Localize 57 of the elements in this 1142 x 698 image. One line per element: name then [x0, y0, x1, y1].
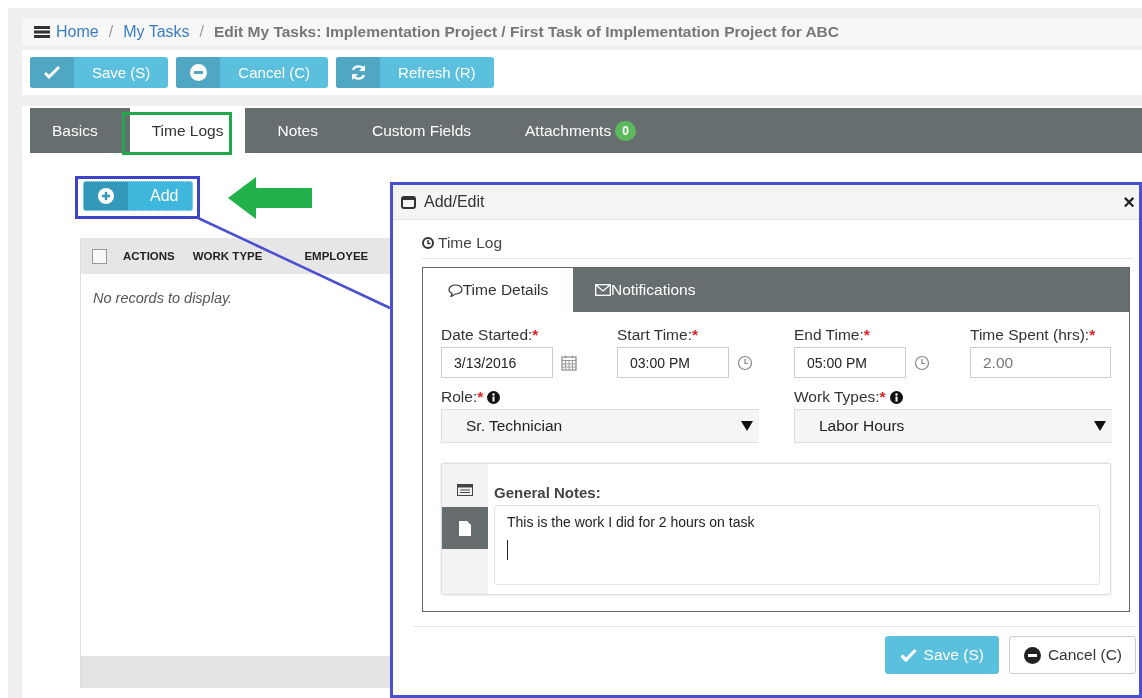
tab[interactable]: Custom Fields [349, 108, 493, 153]
column-header[interactable]: ACTIONS [123, 250, 175, 262]
minus-circle-icon [1023, 646, 1041, 664]
calendar-icon[interactable] [561, 354, 577, 371]
tab[interactable]: Notes [255, 108, 340, 153]
left-arrow-icon [228, 177, 312, 219]
list-icon [457, 484, 473, 496]
text-area[interactable]: This is the work I did for 2 hours on task [494, 505, 1100, 585]
field-label: Role:* [441, 388, 484, 406]
field-label: Start Time:* [617, 326, 698, 343]
breadcrumb-separator: / [199, 22, 204, 41]
field-label: End Time:* [794, 326, 870, 343]
clock-icon[interactable] [737, 354, 753, 371]
field-label: General Notes: [494, 484, 601, 501]
plus-circle-icon [98, 188, 114, 204]
breadcrumb-link[interactable]: My Tasks [123, 22, 190, 41]
section-title: Time Log [438, 234, 503, 252]
check-icon [899, 648, 917, 662]
speech-bubble-icon [447, 283, 463, 297]
breadcrumb-link[interactable]: Home [56, 22, 99, 41]
clock-icon[interactable] [914, 354, 930, 371]
breadcrumb-separator: / [108, 22, 114, 41]
field-label: Work Types:* [794, 388, 886, 406]
checkbox[interactable] [92, 248, 107, 264]
input-field[interactable]: 3/13/2016 [441, 347, 553, 378]
minus-circle-icon [189, 64, 207, 81]
dropdown[interactable]: Labor Hours [794, 409, 1112, 443]
clock-icon [422, 237, 434, 249]
field-label: Time Spent (hrs):* [970, 326, 1096, 343]
input-field[interactable]: 05:00 PM [794, 347, 906, 378]
refresh-icon [349, 64, 367, 81]
window-icon [401, 195, 416, 209]
tab[interactable]: Basics [30, 108, 120, 153]
envelope-icon [595, 284, 611, 296]
input-field[interactable]: 2.00 [970, 347, 1111, 378]
column-header[interactable]: EMPLOYEE [304, 250, 369, 262]
breadcrumb-current: Edit My Tasks: Implementation Project / First Task of Implementation Project for ABC [214, 22, 839, 41]
tab[interactable]: Notifications [573, 268, 718, 312]
dialog-title: Add/Edit [424, 193, 486, 211]
field-label: Date Started:* [441, 326, 539, 343]
document-button[interactable] [442, 507, 488, 549]
server-icon [34, 25, 50, 38]
input-field[interactable]: 03:00 PM [617, 347, 729, 378]
tab[interactable]: Attachments 0 [503, 108, 658, 153]
tab[interactable]: Time Details [423, 268, 573, 312]
info-icon[interactable] [487, 390, 501, 404]
caret-icon [1094, 421, 1106, 431]
column-header[interactable]: WORK TYPE [192, 250, 263, 262]
empty-message: No records to display. [93, 290, 233, 306]
info-icon[interactable] [889, 390, 903, 404]
count-badge: 0 [615, 120, 636, 141]
document-icon [459, 520, 471, 536]
close-button[interactable]: × [1119, 190, 1139, 214]
caret-icon [741, 421, 753, 431]
dropdown[interactable]: Sr. Technician [441, 409, 759, 443]
cancel-button[interactable]: Cancel (C) [1008, 636, 1136, 674]
check-icon [44, 66, 60, 79]
